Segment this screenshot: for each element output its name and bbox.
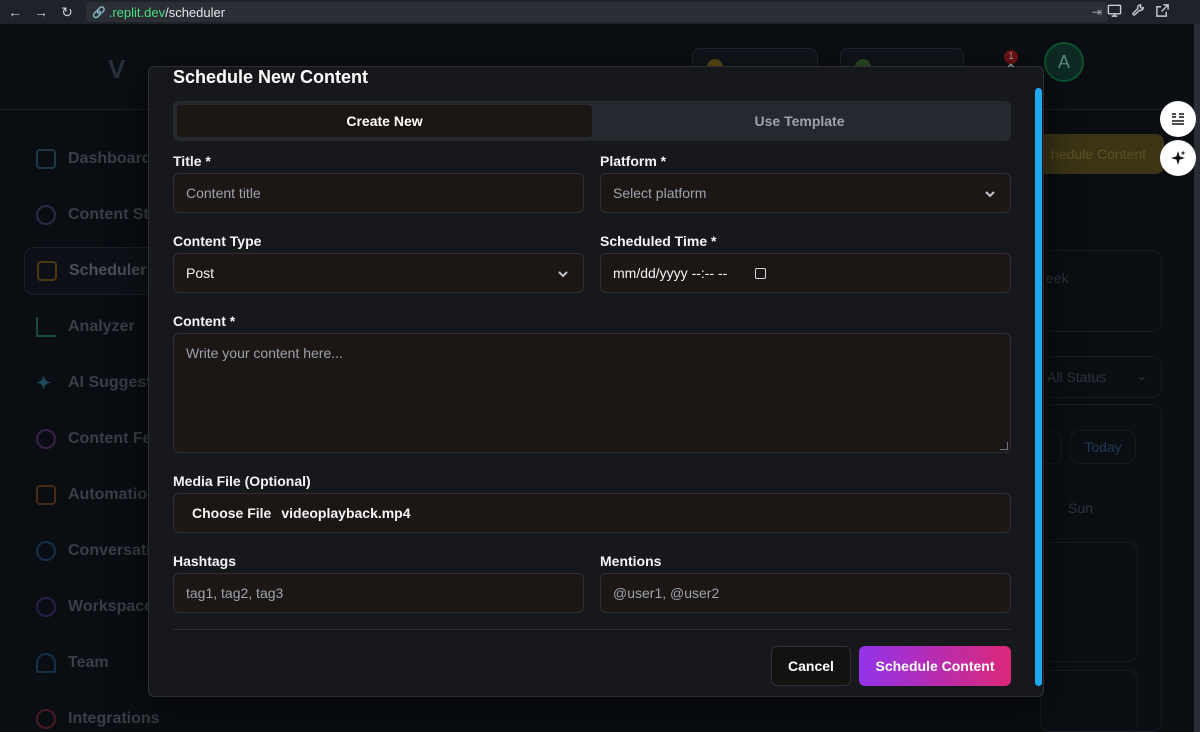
title-label: Title * — [173, 153, 211, 169]
content-textarea[interactable]: Write your content here... — [173, 333, 1011, 453]
mentions-label: Mentions — [600, 553, 662, 569]
chat-icon — [36, 541, 56, 561]
tab-create-new[interactable]: Create New — [177, 105, 592, 137]
platform-placeholder: Select platform — [613, 185, 707, 201]
sidebar-item-label: Team — [68, 654, 109, 671]
close-icon[interactable]: ⌃ — [1005, 61, 1017, 78]
status-filter-label: All Status — [1047, 369, 1107, 385]
mentions-placeholder: @user1, @user2 — [613, 585, 720, 601]
content-placeholder: Write your content here... — [186, 345, 343, 361]
title-input[interactable]: Content title — [173, 173, 584, 213]
calendar-icon[interactable] — [755, 267, 767, 279]
day-label-sun: Sun — [1068, 500, 1093, 516]
title-placeholder: Content title — [186, 185, 261, 201]
schedule-content-modal: Schedule New Content ⌃ Create New Use Te… — [148, 61, 1044, 697]
today-button[interactable]: Today — [1070, 430, 1136, 464]
globe-icon — [36, 205, 56, 225]
wrench-icon[interactable] — [1131, 3, 1146, 18]
media-file-input[interactable]: Choose File videoplayback.mp4 — [173, 493, 1011, 533]
back-icon[interactable]: ← — [4, 1, 26, 23]
forward-icon[interactable]: → — [30, 1, 52, 23]
footer-divider — [173, 629, 1011, 630]
page-scrollbar[interactable] — [1194, 24, 1200, 732]
sidebar-item-label: Integrations — [68, 710, 160, 727]
content-type-label: Content Type — [173, 233, 262, 249]
cancel-button[interactable]: Cancel — [771, 646, 851, 686]
sidebar-item-label: Scheduler — [69, 262, 147, 279]
calendar-cell[interactable] — [1040, 670, 1138, 732]
chevron-down-icon: ⌄ — [1136, 367, 1148, 383]
scheduled-time-value: mm/dd/yyyy --:-- -- — [613, 265, 728, 281]
app-logo: V — [108, 54, 126, 84]
hashtags-label: Hashtags — [173, 553, 237, 569]
hashtags-input[interactable]: tag1, tag2, tag3 — [173, 573, 584, 613]
modal-tabs: Create New Use Template — [173, 101, 1011, 141]
media-file-label: Media File (Optional) — [173, 473, 311, 489]
sparkle-icon — [1171, 150, 1186, 165]
url-host: .replit.dev — [108, 4, 166, 20]
sidebar-item-label: Workspace — [68, 598, 154, 615]
sidebar-item-label: Automation — [68, 486, 157, 503]
comment-list-button[interactable] — [1160, 101, 1196, 137]
content-type-select[interactable]: Post — [173, 253, 584, 293]
browser-toolbar: ← → ↻ 🔗 .replit.dev /scheduler ⇥ — [0, 0, 1200, 24]
avatar[interactable]: A — [1044, 42, 1084, 82]
platform-label: Platform * — [600, 153, 667, 169]
mentions-input[interactable]: @user1, @user2 — [600, 573, 1011, 613]
sidebar-item-label: Content St — [68, 206, 149, 223]
ai-assist-button[interactable] — [1160, 140, 1196, 176]
platform-select[interactable]: Select platform — [600, 173, 1011, 213]
address-bar[interactable]: 🔗 .replit.dev /scheduler ⇥ — [86, 2, 1108, 22]
sidebar-item-label: AI Suggest — [68, 374, 152, 391]
go-icon[interactable]: ⇥ — [1092, 5, 1102, 19]
bar-chart-icon — [36, 317, 56, 337]
sidebar-item-label: Analyzer — [68, 318, 135, 335]
calendar-cell[interactable] — [1040, 542, 1138, 662]
week-panel — [1040, 250, 1162, 332]
modal-scrollbar[interactable] — [1035, 88, 1042, 686]
hashtags-placeholder: tag1, tag2, tag3 — [186, 585, 284, 601]
content-label: Content * — [173, 313, 236, 329]
bot-icon — [36, 485, 56, 505]
scheduled-time-label: Scheduled Time * — [600, 233, 717, 249]
schedule-content-button[interactable]: Schedule Content — [859, 646, 1011, 686]
external-link-icon[interactable] — [1155, 3, 1170, 18]
sidebar-item-label: Conversati — [68, 542, 151, 559]
scheduled-time-input[interactable]: mm/dd/yyyy --:-- -- — [600, 253, 1011, 293]
quote-list-icon — [1172, 113, 1184, 125]
week-text: eek — [1046, 270, 1069, 286]
sidebar-item-integrations[interactable]: Integrations — [24, 695, 250, 732]
globe-icon — [36, 597, 56, 617]
play-icon — [36, 429, 56, 449]
modal-title: Schedule New Content — [173, 67, 369, 87]
chevron-down-icon — [557, 267, 569, 279]
chevron-down-icon — [984, 187, 996, 199]
resize-handle[interactable] — [1000, 442, 1008, 450]
calendar-icon — [37, 261, 57, 281]
sidebar-item-label: Dashboard — [68, 150, 152, 167]
users-icon — [36, 653, 56, 673]
url-path: /scheduler — [165, 4, 226, 20]
rocket-icon — [36, 149, 56, 169]
tab-use-template[interactable]: Use Template — [592, 105, 1007, 137]
choose-file-button[interactable]: Choose File — [192, 505, 271, 521]
link-icon: 🔗 — [92, 6, 106, 19]
sidebar-item-label: Content Fe — [68, 430, 152, 447]
monitor-icon[interactable] — [1107, 3, 1122, 18]
link-icon — [36, 709, 56, 729]
reload-icon[interactable]: ↻ — [56, 1, 78, 23]
content-type-value: Post — [186, 265, 215, 281]
sparkle-icon: ✦ — [36, 373, 52, 393]
file-name: videoplayback.mp4 — [281, 505, 411, 521]
